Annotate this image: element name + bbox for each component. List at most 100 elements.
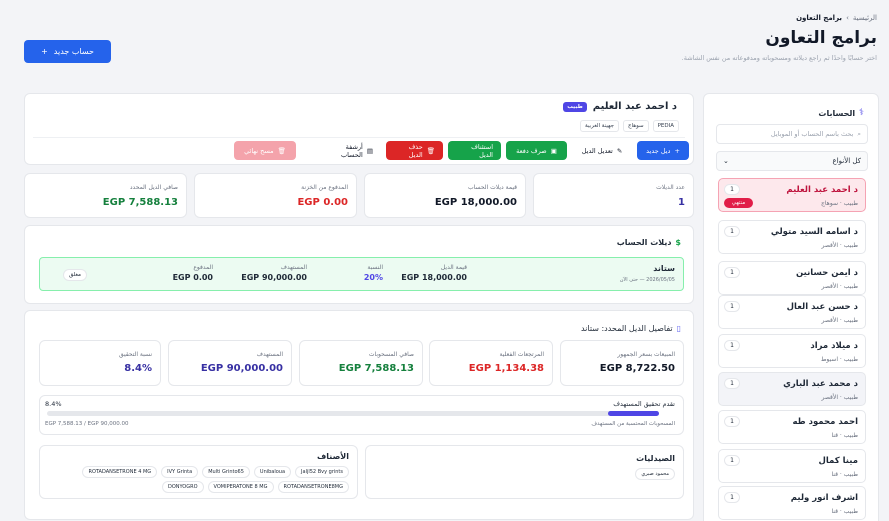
archive-label: أرشفة الحساب xyxy=(340,142,363,159)
cycle-status-badge: مغلق xyxy=(63,269,88,281)
cycle-target-label: المستهدف xyxy=(280,264,307,271)
pay-label: صرف دفعة xyxy=(516,146,547,155)
stat-label: قيمة ديلات الحساب xyxy=(468,184,517,191)
details-title: تفاصيل الديل المحدد: ستاند xyxy=(580,324,673,333)
product-chip: ROTADANSETRONE8MG xyxy=(277,481,349,493)
detail-stat-card: صافي المسحوبات EGP 7,588.13 xyxy=(299,340,423,386)
cycle-ratio: 20% xyxy=(363,273,383,282)
page-title: برامج التعاون xyxy=(765,28,877,48)
detail-label: صافي المسحوبات xyxy=(368,351,414,358)
product-chip: Multi Grinto65 xyxy=(202,466,250,478)
page-subtitle: اختر حسابًا واحدًا ثم راجع ديلاته ومسحوب… xyxy=(681,54,877,62)
new-cycle-label: ديل جديد xyxy=(646,146,671,155)
detail-stat-card: المستهدف EGP 90,000.00 xyxy=(168,340,292,386)
account-name: احمد محمود طه xyxy=(792,417,858,427)
account-item[interactable]: د حسن عبد العال طبيب · الأقصر 1 xyxy=(718,295,866,329)
delete-cycle-button[interactable]: 🗑 حذف الديل xyxy=(386,141,443,160)
detail-value: EGP 90,000.00 xyxy=(200,363,283,374)
cycles-card: $ ديلات الحساب ستاند 2026/05/05 — حتى ال… xyxy=(24,225,694,304)
stat-value: EGP 7,588.13 xyxy=(102,197,178,208)
product-chip: ROTADANSETRONE 4 MG xyxy=(82,466,158,478)
account-item[interactable]: د ايمن حسانين طبيب · الأقصر 1 xyxy=(718,261,866,295)
account-sub: طبيب · سوهاج xyxy=(820,200,858,207)
account-name: د ايمن حسانين xyxy=(795,268,858,278)
account-item[interactable]: اشرف انور وليم طبيب · قنا 1 xyxy=(718,486,866,520)
product-chip: Jaljl52 Bvy grints xyxy=(295,466,349,478)
cycle-name: ستاند xyxy=(653,264,675,273)
account-item[interactable]: د محمد عبد الباري طبيب · الأقصر 1 xyxy=(718,372,866,406)
detail-stat-card: المرتجعات الفعلية EGP 1,134.38 xyxy=(429,340,553,386)
account-name: مينا كمال xyxy=(818,456,858,466)
account-sub: طبيب · الأقصر xyxy=(821,242,858,249)
trash-icon: 🗑 xyxy=(277,146,286,155)
document-icon: ▯ xyxy=(676,324,681,333)
type-filter-select[interactable]: ⌄ كل الأنواع xyxy=(716,151,868,171)
sidebar-title: ⚕ الحسابات xyxy=(818,108,864,118)
trash-icon: 🗑 xyxy=(426,146,435,155)
account-actions: + ديل جديد ✎ تعديل الديل ▣ صرف دفعة استئ… xyxy=(234,141,689,160)
product-chip: IVY Grinta xyxy=(161,466,199,478)
account-count: 1 xyxy=(724,267,740,278)
account-name: اشرف انور وليم xyxy=(790,493,858,503)
pharmacies-box: الصيدليات محمود صبري xyxy=(365,445,684,499)
progress-footnote: المسحوبات المحتسبة من المستهدف xyxy=(591,421,675,427)
edit-cycle-button[interactable]: ✎ تعديل الديل xyxy=(572,141,632,160)
stethoscope-icon: ⚕ xyxy=(859,108,864,118)
account-item[interactable]: د اسامه السيد متولي طبيب · الأقصر 1 xyxy=(718,220,866,254)
stat-card: عدد الديلات 1 xyxy=(533,173,694,218)
account-sub: طبيب · الأقصر xyxy=(821,283,858,290)
new-cycle-button[interactable]: + ديل جديد xyxy=(637,141,689,160)
cycles-header: $ ديلات الحساب xyxy=(617,238,681,247)
cycle-value: EGP 18,000.00 xyxy=(401,273,467,282)
detail-value: EGP 1,134.38 xyxy=(468,363,544,374)
account-item[interactable]: د احمد عبد العليم طبيب · سوهاج 1 منتهي xyxy=(718,178,866,212)
wipe-label: مسح نهائي xyxy=(244,146,274,155)
dollar-icon: $ xyxy=(675,238,681,247)
wipe-button[interactable]: 🗑 مسح نهائي xyxy=(234,141,296,160)
new-account-button[interactable]: + حساب جديد xyxy=(24,40,111,63)
account-count: 1 xyxy=(724,184,740,195)
detail-label: المبيعات بسعر الجمهور xyxy=(617,351,675,358)
product-chip: VOMIPERATONE 8 MG xyxy=(207,481,274,493)
pay-button[interactable]: ▣ صرف دفعة xyxy=(506,141,567,160)
pencil-icon: ✎ xyxy=(616,146,623,155)
search-input[interactable]: بحث باسم الحساب أو الموبايل ⌕ xyxy=(716,124,868,144)
account-count: 1 xyxy=(724,492,740,503)
resume-cycle-button[interactable]: استئناف الديل xyxy=(448,141,501,160)
stat-label: عدد الديلات xyxy=(656,184,685,191)
product-chip: DONYOGRO xyxy=(161,481,204,493)
pharmacy-chip: محمود صبري xyxy=(635,468,675,480)
filter-label: كل الأنواع xyxy=(832,157,861,165)
detail-value: EGP 8,722.50 xyxy=(599,363,675,374)
archive-account-button[interactable]: ▤ أرشفة الحساب xyxy=(323,141,381,160)
pharmacies-title: الصيدليات xyxy=(636,454,675,463)
plus-icon: + xyxy=(674,146,680,155)
stat-label: صافي الديل المحدد xyxy=(129,184,178,191)
cycle-paid: EGP 0.00 xyxy=(172,273,213,282)
account-item[interactable]: د ميلاد مراد طبيب · اسيوط 1 xyxy=(718,334,866,368)
account-name: د حسن عبد العال xyxy=(786,302,858,312)
cash-icon: ▣ xyxy=(550,146,557,155)
breadcrumb-separator: › xyxy=(846,14,849,22)
breadcrumb-home[interactable]: الرئيسية xyxy=(853,14,877,22)
cycle-value-label: قيمة الديل xyxy=(440,264,467,271)
account-item[interactable]: احمد محمود طه طبيب · قنا 1 xyxy=(718,410,866,444)
cycle-row[interactable]: ستاند 2026/05/05 — حتى الآن قيمة الديل E… xyxy=(39,257,684,291)
account-chips: PEDIA سوهاج جهينة الغربية xyxy=(580,120,679,132)
account-name: د محمد عبد الباري xyxy=(783,379,858,389)
products-box: الأصناف Jaljl52 Bvy grints Unibaloua Mul… xyxy=(39,445,358,499)
resume-label: استئناف الديل xyxy=(471,142,493,159)
detail-value: EGP 7,588.13 xyxy=(338,363,414,374)
stat-value: 1 xyxy=(678,197,685,208)
account-item[interactable]: مينا كمال طبيب · قنا 1 xyxy=(718,449,866,483)
progress-amounts: EGP 7,588.13 / EGP 90,000.00 xyxy=(45,421,129,427)
detail-label: نسبة التحقيق xyxy=(119,351,152,358)
stat-label: المدفوع من الخزنة xyxy=(301,184,348,191)
account-name: د ميلاد مراد xyxy=(810,341,858,351)
account-count: 1 xyxy=(724,378,740,389)
accounts-sidebar: ⚕ الحسابات بحث باسم الحساب أو الموبايل ⌕… xyxy=(703,93,879,521)
cycle-ratio-label: النسبة xyxy=(367,264,383,271)
sidebar-title-text: الحسابات xyxy=(818,108,856,118)
stat-card: قيمة ديلات الحساب EGP 18,000.00 xyxy=(364,173,526,218)
stat-value: EGP 18,000.00 xyxy=(434,197,517,208)
